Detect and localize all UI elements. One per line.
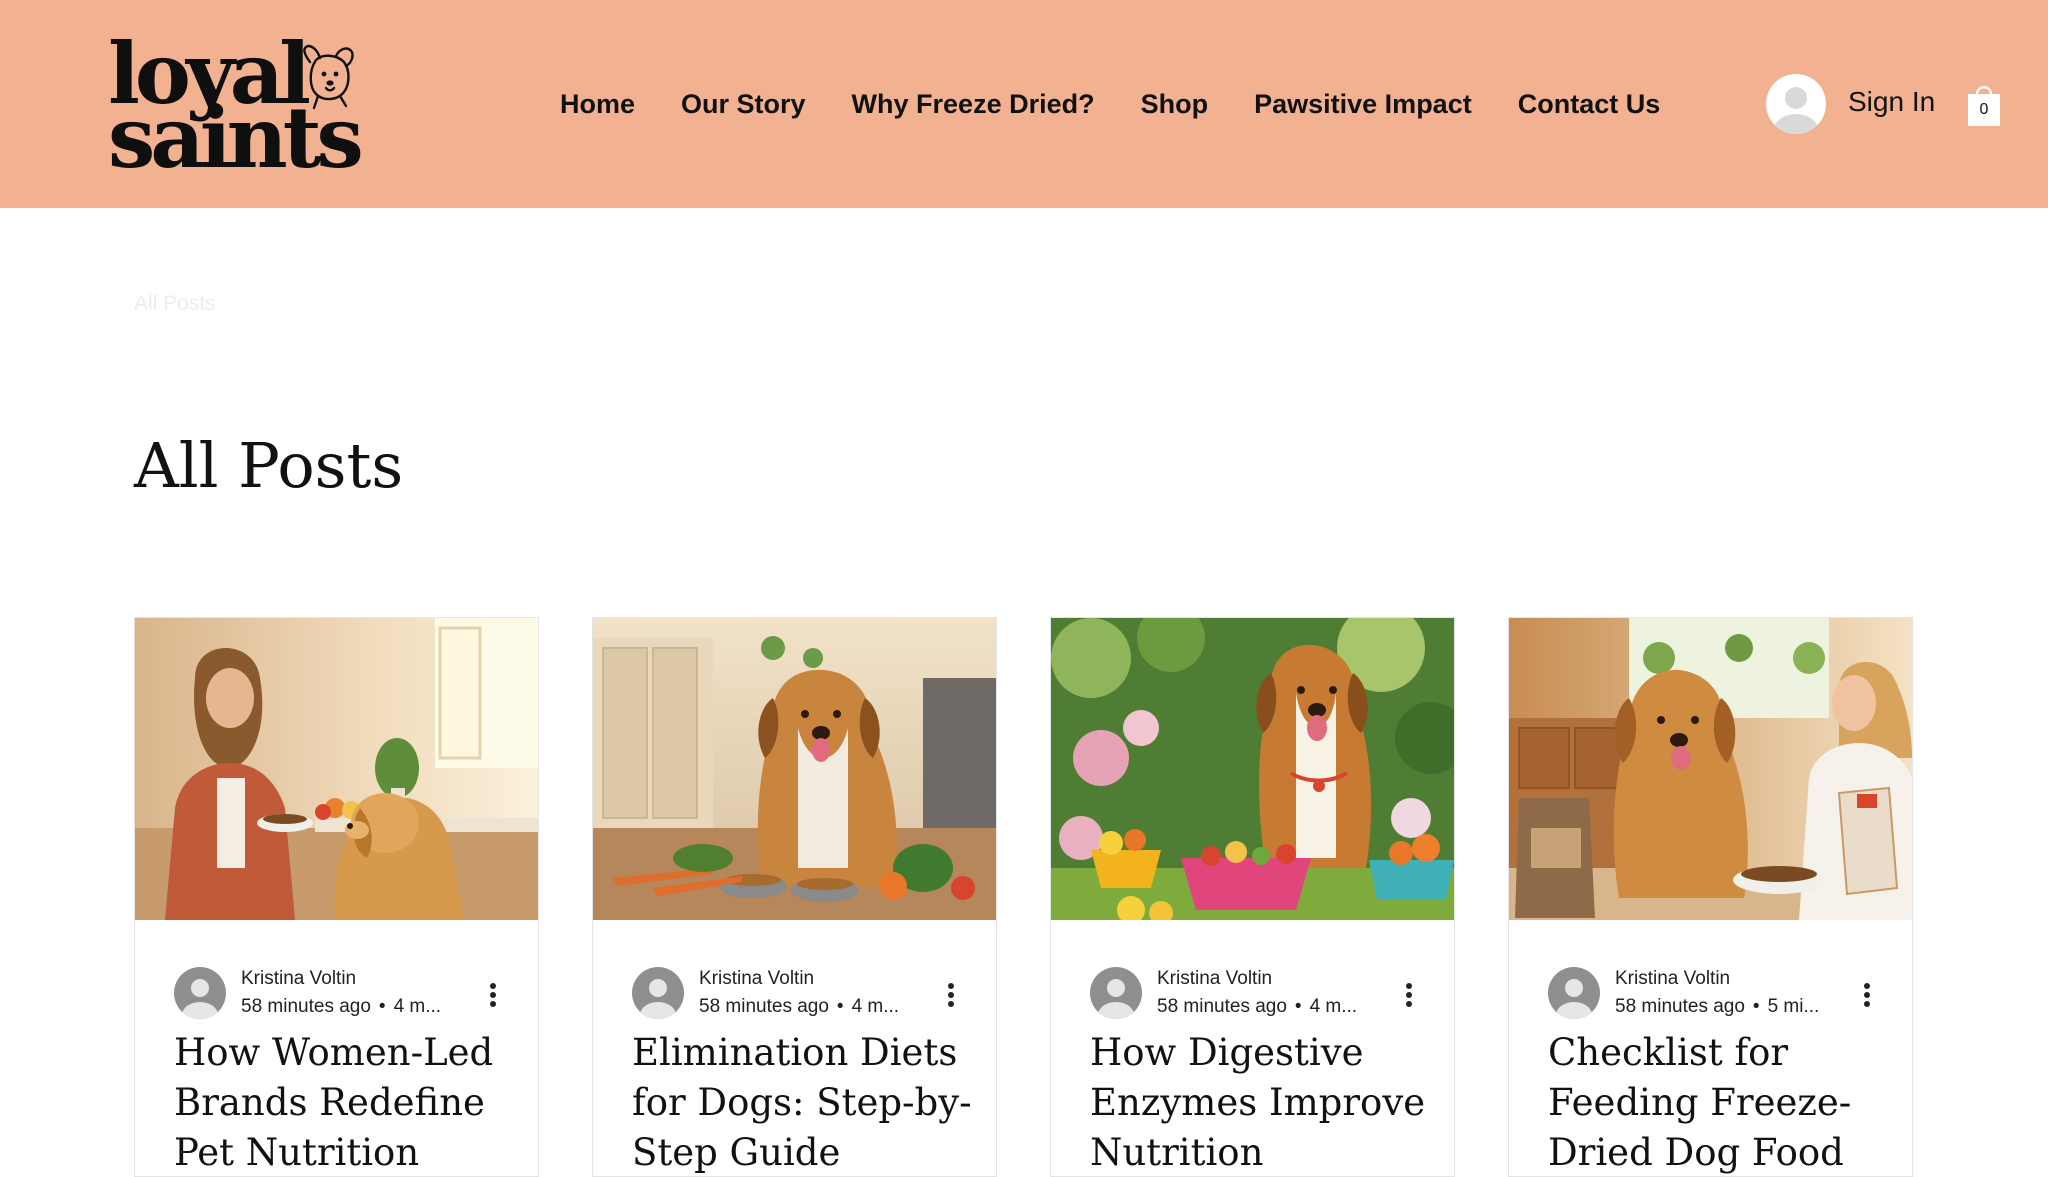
- brand-logo[interactable]: loyal saints: [108, 32, 364, 182]
- meta-separator: •: [378, 996, 386, 1017]
- sign-in-button[interactable]: Sign In: [1848, 82, 1935, 122]
- more-actions-icon[interactable]: [1857, 980, 1877, 1010]
- post-card[interactable]: Kristina Voltin 58 minutes ago • 4 m... El…: [592, 617, 997, 1177]
- cart-button[interactable]: 0: [1964, 80, 2004, 128]
- read-time: 4 m...: [851, 996, 900, 1017]
- site-header: loyal saints Home Our Story Why Freeze D…: [0, 0, 2048, 208]
- post-title[interactable]: Elimination Diets for Dogs: Step-by-Step…: [632, 1028, 972, 1176]
- post-card[interactable]: Kristina Voltin 58 minutes ago • 4 m... Ho…: [1050, 617, 1455, 1177]
- post-time: 58 minutes ago: [241, 996, 371, 1017]
- post-meta: 58 minutes ago • 5 mi...: [1615, 995, 1845, 1019]
- cart-count: 0: [1979, 101, 1989, 118]
- read-time: 4 m...: [393, 996, 442, 1017]
- post-meta: 58 minutes ago • 4 m...: [1157, 995, 1387, 1019]
- author-avatar-icon[interactable]: [632, 967, 684, 1019]
- dog-head-icon: [303, 44, 354, 110]
- post-title[interactable]: How Women-Led Brands Redefine Pet Nutrit…: [174, 1028, 514, 1176]
- post-time: 58 minutes ago: [699, 996, 829, 1017]
- meta-separator: •: [1752, 996, 1760, 1017]
- post-time: 58 minutes ago: [1615, 996, 1745, 1017]
- nav-shop[interactable]: Shop: [1141, 82, 1209, 126]
- nav-why-freeze-dried[interactable]: Why Freeze Dried?: [852, 82, 1095, 126]
- user-avatar-icon[interactable]: [1766, 74, 1826, 134]
- post-cover-image[interactable]: [1051, 618, 1454, 920]
- nav-home[interactable]: Home: [560, 82, 635, 126]
- author-name[interactable]: Kristina Voltin: [241, 967, 356, 991]
- meta-separator: •: [836, 996, 844, 1017]
- post-time: 58 minutes ago: [1157, 996, 1287, 1017]
- post-cover-image[interactable]: [135, 618, 538, 920]
- author-name[interactable]: Kristina Voltin: [1157, 967, 1272, 991]
- author-avatar-icon[interactable]: [174, 967, 226, 1019]
- more-actions-icon[interactable]: [1399, 980, 1419, 1010]
- post-cover-image[interactable]: [1509, 618, 1912, 920]
- post-card[interactable]: Kristina Voltin 58 minutes ago • 4 m... Ho…: [134, 617, 539, 1177]
- post-meta: 58 minutes ago • 4 m...: [241, 995, 471, 1019]
- read-time: 5 mi...: [1767, 996, 1820, 1017]
- post-meta: 58 minutes ago • 4 m...: [699, 995, 929, 1019]
- more-actions-icon[interactable]: [941, 980, 961, 1010]
- author-avatar-icon[interactable]: [1090, 967, 1142, 1019]
- breadcrumb-all-posts[interactable]: All Posts: [134, 290, 216, 318]
- page-title: All Posts: [134, 429, 404, 502]
- author-name[interactable]: Kristina Voltin: [699, 967, 814, 991]
- author-name[interactable]: Kristina Voltin: [1615, 967, 1730, 991]
- nav-contact-us[interactable]: Contact Us: [1518, 82, 1661, 126]
- nav-pawsitive-impact[interactable]: Pawsitive Impact: [1254, 82, 1472, 126]
- post-cover-image[interactable]: [593, 618, 996, 920]
- more-actions-icon[interactable]: [483, 980, 503, 1010]
- post-title[interactable]: How Digestive Enzymes Improve Nutrition: [1090, 1028, 1430, 1176]
- post-title[interactable]: Checklist for Feeding Freeze-Dried Dog F…: [1548, 1028, 1888, 1176]
- read-time: 4 m...: [1309, 996, 1358, 1017]
- main-nav: Home Our Story Why Freeze Dried? Shop Pa…: [560, 82, 1660, 126]
- author-avatar-icon[interactable]: [1548, 967, 1600, 1019]
- post-card[interactable]: Kristina Voltin 58 minutes ago • 5 mi... C…: [1508, 617, 1913, 1177]
- meta-separator: •: [1294, 996, 1302, 1017]
- nav-our-story[interactable]: Our Story: [681, 82, 806, 126]
